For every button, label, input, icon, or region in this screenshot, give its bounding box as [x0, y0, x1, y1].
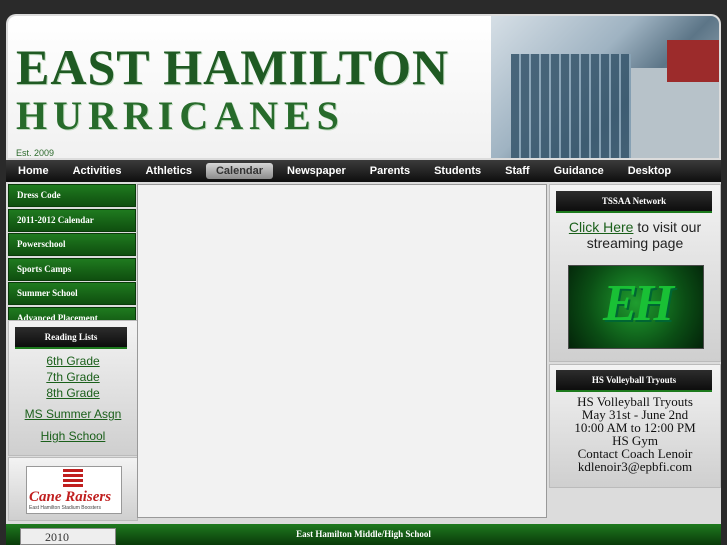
- logo-stripes: [63, 469, 83, 487]
- main-content-area: [137, 184, 547, 518]
- nav-home[interactable]: Home: [8, 163, 59, 179]
- link-7th-grade[interactable]: 7th Grade: [9, 370, 137, 385]
- reading-lists-panel: Reading Lists 6th Grade 7th Grade 8th Gr…: [8, 320, 138, 456]
- eh-logo-text: EH: [603, 275, 674, 332]
- mascot-name: HURRICANES: [16, 93, 345, 138]
- tssaa-header: TSSAA Network: [556, 191, 712, 213]
- footer-badge: 2010: [20, 528, 116, 545]
- logo-subtext: East Hamilton Stadium Boosters: [29, 505, 101, 511]
- link-6th-grade[interactable]: 6th Grade: [9, 354, 137, 369]
- nav-calendar[interactable]: Calendar: [205, 163, 274, 179]
- cane-raisers-logo[interactable]: Cane Raisers East Hamilton Stadium Boost…: [26, 466, 122, 514]
- school-name: EAST HAMILTON: [16, 39, 450, 95]
- tssaa-panel: TSSAA Network Click Here to visit our st…: [549, 184, 721, 362]
- reading-links: 6th Grade 7th Grade 8th Grade MS Summer …: [9, 353, 137, 446]
- volleyball-body: HS Volleyball Tryouts May 31st - June 2n…: [550, 395, 720, 473]
- eh-logo[interactable]: EH: [568, 265, 704, 349]
- volleyball-email: kdlenoir3@epbfi.com: [577, 459, 693, 474]
- link-8th-grade[interactable]: 8th Grade: [9, 386, 137, 401]
- sidebar-item-summer-school[interactable]: Summer School: [8, 282, 136, 306]
- boosters-logo-panel: Cane Raisers East Hamilton Stadium Boost…: [8, 457, 138, 521]
- volleyball-header: HS Volleyball Tryouts: [556, 370, 712, 392]
- page-frame: EAST HAMILTON HURRICANES Est. 2009 Home …: [6, 14, 721, 545]
- sidebar-menu: Dress Code 2011-2012 Calendar Powerschoo…: [8, 184, 136, 332]
- established-label: Est. 2009: [16, 148, 55, 158]
- logo-text: Cane Raisers: [29, 489, 112, 505]
- nav-athletics[interactable]: Athletics: [135, 163, 201, 179]
- building-red-wall: [667, 40, 719, 82]
- sidebar-item-calendar[interactable]: 2011-2012 Calendar: [8, 208, 136, 232]
- sidebar-item-dress-code[interactable]: Dress Code: [8, 184, 136, 207]
- nav-parents[interactable]: Parents: [360, 163, 420, 179]
- nav-desktop[interactable]: Desktop: [618, 163, 681, 179]
- sidebar-item-sports-camps[interactable]: Sports Camps: [8, 257, 136, 281]
- reading-lists-header: Reading Lists: [15, 327, 127, 349]
- header-banner: EAST HAMILTON HURRICANES Est. 2009: [8, 16, 719, 158]
- tssaa-click-here-link[interactable]: Click Here: [569, 219, 634, 235]
- link-ms-summer[interactable]: MS Summer Asgn: [9, 405, 137, 423]
- main-nav: Home Activities Athletics Calendar Newsp…: [6, 160, 721, 182]
- volleyball-panel: HS Volleyball Tryouts HS Volleyball Tryo…: [549, 364, 721, 488]
- nav-guidance[interactable]: Guidance: [544, 163, 614, 179]
- link-high-school[interactable]: High School: [9, 427, 137, 445]
- building-glass: [511, 54, 631, 158]
- school-building-photo: [491, 16, 719, 158]
- tssaa-message: Click Here to visit our streaming page: [558, 219, 712, 251]
- nav-activities[interactable]: Activities: [63, 163, 132, 179]
- nav-students[interactable]: Students: [424, 163, 491, 179]
- nav-staff[interactable]: Staff: [495, 163, 539, 179]
- sidebar-item-powerschool[interactable]: Powerschool: [8, 233, 136, 257]
- nav-newspaper[interactable]: Newspaper: [277, 163, 356, 179]
